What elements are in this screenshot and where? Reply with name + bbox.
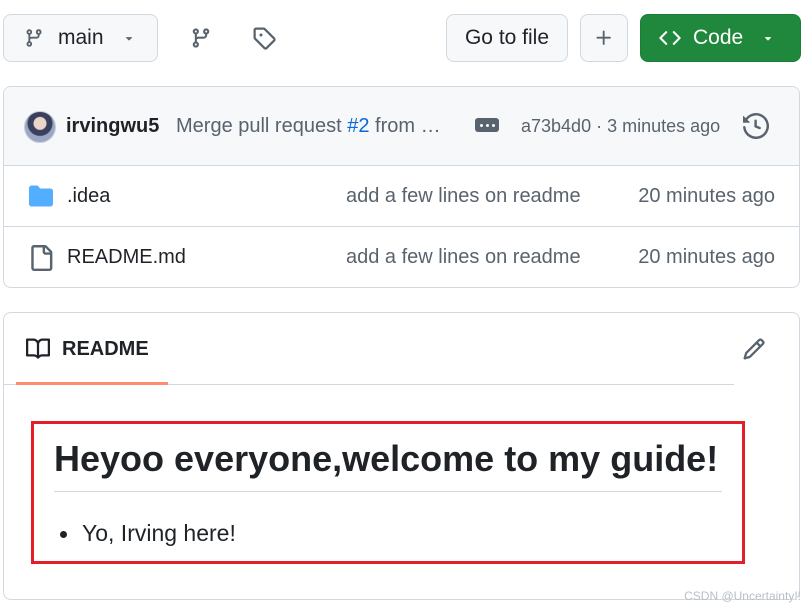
branch-selector-button[interactable]: main (3, 14, 158, 62)
watermark: CSDN @Uncertainty!! (684, 589, 801, 603)
commit-message[interactable]: Merge pull request #2 from … (176, 115, 441, 138)
add-file-button[interactable] (580, 14, 628, 62)
commit-message-suffix: from … (369, 115, 441, 137)
ellipsis-icon[interactable] (475, 118, 499, 132)
file-icon (28, 245, 54, 271)
readme-tab-label: README (62, 337, 149, 360)
tab-readme[interactable]: README (26, 337, 149, 361)
readme-panel: README Heyoo everyone,welcome to my guid… (3, 312, 800, 600)
book-icon (26, 337, 50, 361)
git-branch-icon (24, 27, 44, 49)
avatar[interactable] (24, 111, 56, 143)
active-tab-indicator (16, 382, 168, 385)
go-to-file-button[interactable]: Go to file (446, 14, 568, 62)
file-row-readme[interactable]: README.md add a few lines on readme 20 m… (4, 227, 799, 287)
file-list: irvingwu5 Merge pull request #2 from … a… (3, 86, 800, 288)
code-button[interactable]: Code (640, 14, 801, 62)
file-commit-message[interactable]: add a few lines on readme (346, 246, 581, 269)
readme-header: README (4, 313, 734, 385)
code-icon (659, 27, 681, 49)
tag-icon[interactable] (240, 14, 288, 62)
commit-author[interactable]: irvingwu5 (66, 115, 159, 138)
commit-time: 3 minutes ago (607, 116, 721, 136)
file-name[interactable]: README.md (67, 246, 186, 269)
file-time: 20 minutes ago (638, 185, 775, 207)
heading-divider (54, 491, 722, 492)
caret-down-icon (761, 31, 775, 45)
commit-message-prefix: Merge pull request (176, 115, 348, 137)
code-label: Code (693, 26, 744, 49)
commit-separator: · (591, 116, 608, 136)
bullet-dot (60, 531, 67, 538)
file-time: 20 minutes ago (638, 246, 775, 268)
branch-name: main (58, 26, 104, 49)
latest-commit-bar: irvingwu5 Merge pull request #2 from … a… (4, 87, 799, 166)
list-item: Yo, Irving here! (82, 520, 236, 546)
pull-request-link[interactable]: #2 (347, 115, 369, 137)
readme-heading: Heyoo everyone,welcome to my guide! (54, 438, 719, 479)
branches-icon[interactable] (177, 14, 225, 62)
highlight-box: Heyoo everyone,welcome to my guide! Yo, … (31, 421, 745, 564)
go-to-file-label: Go to file (464, 26, 550, 49)
file-row-idea[interactable]: .idea add a few lines on readme 20 minut… (4, 166, 799, 227)
pencil-icon[interactable] (742, 337, 766, 361)
history-icon[interactable] (743, 113, 769, 139)
caret-down-icon (122, 31, 136, 45)
commit-sha[interactable]: a73b4d0 (521, 116, 591, 136)
file-name[interactable]: .idea (67, 185, 110, 208)
commit-sha-time: a73b4d0 · 3 minutes ago (521, 116, 720, 137)
file-commit-message[interactable]: add a few lines on readme (346, 185, 581, 208)
folder-icon (28, 184, 54, 208)
plus-icon (594, 28, 614, 48)
